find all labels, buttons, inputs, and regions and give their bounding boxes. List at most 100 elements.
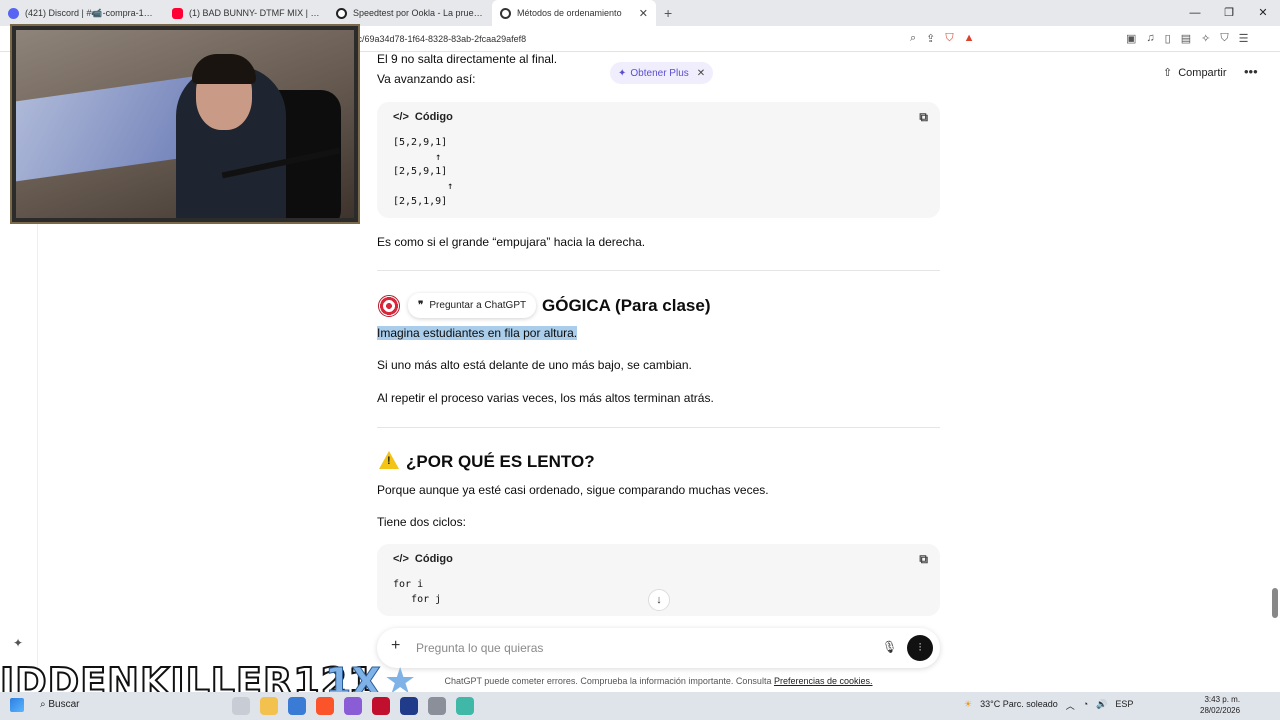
address-bar-actions: ⌕ ⇪ ⛉ ▲	[910, 32, 975, 45]
target-icon	[378, 295, 400, 317]
tray-chevron-icon[interactable]: ︿	[1066, 699, 1075, 712]
weather-text[interactable]: 33°C Parc. soleado	[980, 699, 1058, 712]
wallet2-icon[interactable]: ▤	[1181, 32, 1191, 45]
votes-app-icon[interactable]	[372, 697, 390, 715]
store-icon[interactable]	[288, 697, 306, 715]
chat-line: Porque aunque ya esté casi ordenado, sig…	[377, 483, 769, 497]
windows-start-icon[interactable]	[10, 698, 24, 712]
language-indicator[interactable]: ESP	[1115, 699, 1133, 712]
clock-date: 28/02/2026	[1200, 706, 1241, 715]
brave-shield-icon[interactable]: ⛉	[945, 32, 953, 45]
code-icon: </>	[393, 111, 409, 123]
taskbar-search[interactable]: ⌕ Buscar	[40, 699, 80, 710]
microphone-icon[interactable]: 🎙	[882, 640, 897, 654]
close-tab-icon[interactable]: ✕	[639, 7, 648, 20]
code-label: Código	[414, 553, 453, 565]
tab-title: Speedtest por Ookla - La prueba de	[353, 8, 484, 18]
scrollbar-thumb[interactable]	[1272, 588, 1278, 618]
obs-icon[interactable]	[400, 697, 418, 715]
taskbar-search-label: Buscar	[48, 699, 80, 710]
obtener-plus-label: Obtener Plus	[630, 67, 689, 79]
browser-tab-strip: (421) Discord | #📹-compra-1581-m (1) BAD…	[0, 0, 1280, 26]
warning-icon	[379, 451, 399, 469]
tab-youtube[interactable]: (1) BAD BUNNY- DTMF MIX | STA	[164, 0, 328, 26]
plus-sparkle-icon: ✦	[618, 67, 627, 79]
notepad-icon[interactable]	[456, 697, 474, 715]
url-field[interactable]: /c/69a34d78-1f64-8328-83ab-2fcaa29afef8	[355, 34, 526, 44]
minimize-button[interactable]: —	[1178, 0, 1212, 26]
speedtest-icon	[336, 7, 347, 19]
weather-icon[interactable]: ☀	[964, 699, 972, 712]
composer: + Pregunta lo que quieras 🎙 ⫶	[377, 628, 940, 668]
code-label: Código	[414, 111, 453, 123]
quote-icon: ❞	[418, 300, 424, 311]
sidebar-icon[interactable]: ▯	[1165, 32, 1171, 45]
window-controls: — ❐ ✕	[1178, 0, 1280, 26]
chat-line: Al repetir el proceso varias veces, los …	[377, 391, 714, 405]
close-icon[interactable]: ✕	[697, 68, 705, 79]
code-icon: </>	[393, 553, 409, 565]
volume-icon[interactable]: 🔊	[1096, 699, 1107, 712]
system-tray: ☀ 33°C Parc. soleado ︿ ◔ 🔊 ESP	[964, 699, 1133, 712]
vpn-icon[interactable]: ⛉	[1220, 32, 1228, 45]
code-block: </> Código ⧉ [5,2,9,1] ↑ [2,5,9,1] ↑ [2,…	[377, 102, 940, 218]
chat-line: Si uno más alto está delante de uno más …	[377, 358, 692, 372]
voice-mode-button[interactable]: ⫶	[907, 635, 933, 661]
prompt-input[interactable]: Pregunta lo que quieras	[416, 641, 543, 655]
ask-chatgpt-label: Preguntar a ChatGPT	[429, 300, 527, 311]
app-icon[interactable]	[428, 697, 446, 715]
chatgpt-icon	[500, 7, 511, 19]
code-content: [5,2,9,1] ↑ [2,5,9,1] ↑ [2,5,1,9]	[393, 137, 454, 207]
tab-metodos[interactable]: Métodos de ordenamiento ✕	[492, 0, 656, 26]
rewards-icon[interactable]: ▲	[964, 32, 975, 45]
more-options-icon[interactable]: •••	[1244, 64, 1258, 79]
copy-icon[interactable]: ⧉	[919, 552, 928, 567]
brave-icon[interactable]	[316, 697, 334, 715]
divider	[377, 270, 940, 271]
leo-icon[interactable]: ✧	[1201, 32, 1210, 45]
chat-line: El 9 no salta directamente al final.	[377, 52, 558, 66]
tab-title: (421) Discord | #📹-compra-1581-m	[25, 7, 156, 18]
code-header: </> Código ⧉	[377, 102, 940, 132]
zoom-icon[interactable]: ⌕	[910, 32, 916, 45]
youtube-icon	[172, 7, 183, 19]
task-view-icon[interactable]	[232, 697, 250, 715]
code-header: </> Código ⧉	[377, 544, 940, 574]
visual-studio-icon[interactable]	[344, 697, 362, 715]
highlighted-span: Imagina estudiantes en fila por altura.	[377, 326, 578, 340]
chat-line: Va avanzando así:	[377, 72, 476, 86]
restore-button[interactable]: ❐	[1212, 0, 1246, 26]
selected-text[interactable]: Imagina estudiantes en fila por altura.	[377, 325, 578, 341]
discord-icon	[8, 7, 19, 19]
webcam-overlay	[10, 24, 360, 224]
copy-icon[interactable]: ⧉	[919, 110, 928, 125]
tab-speedtest[interactable]: Speedtest por Ookla - La prueba de	[328, 0, 492, 26]
wallet-icon[interactable]: ▣	[1126, 32, 1136, 45]
music-icon[interactable]: ♫	[1146, 32, 1154, 45]
taskbar-apps	[232, 697, 474, 715]
add-attachment-icon[interactable]: +	[391, 637, 400, 655]
chat-line: Es como si el grande “empujara” hacia la…	[377, 235, 646, 249]
wifi-icon[interactable]: ◔	[1083, 699, 1088, 712]
disclaimer-text: ChatGPT puede cometer errores. Comprueba…	[444, 676, 772, 686]
new-tab-button[interactable]: +	[656, 5, 680, 21]
chat-line: Tiene dos ciclos:	[377, 515, 466, 529]
sparkle-icon[interactable]: ✦	[13, 636, 23, 650]
cookies-link[interactable]: Preferencias de cookies.	[774, 676, 873, 686]
share-page-icon[interactable]: ⇪	[926, 32, 935, 45]
scroll-down-button[interactable]: ↓	[648, 589, 670, 611]
obtener-plus-button[interactable]: ✦ Obtener Plus ✕	[610, 62, 714, 84]
extension-icons: ▣ ♫ ▯ ▤ ✧ ⛉ ☰	[1126, 32, 1248, 45]
close-window-button[interactable]: ✕	[1246, 0, 1280, 26]
share-icon: ⇧	[1163, 67, 1173, 79]
tab-discord[interactable]: (421) Discord | #📹-compra-1581-m	[0, 0, 164, 26]
ask-chatgpt-button[interactable]: ❞ Preguntar a ChatGPT	[408, 293, 537, 318]
taskbar: ⌕ Buscar ☀ 33°C Parc. soleado ︿ ◔ 🔊 ESP …	[0, 692, 1280, 720]
tab-title: Métodos de ordenamiento	[517, 8, 622, 18]
menu-icon[interactable]: ☰	[1239, 32, 1249, 45]
page-scrollbar[interactable]	[1271, 52, 1279, 692]
compartir-button[interactable]: ⇧ Compartir	[1163, 66, 1227, 80]
taskbar-clock[interactable]: 3:43 p. m. 28/02/2026	[1200, 694, 1240, 716]
divider	[377, 427, 940, 428]
file-explorer-icon[interactable]	[260, 697, 278, 715]
